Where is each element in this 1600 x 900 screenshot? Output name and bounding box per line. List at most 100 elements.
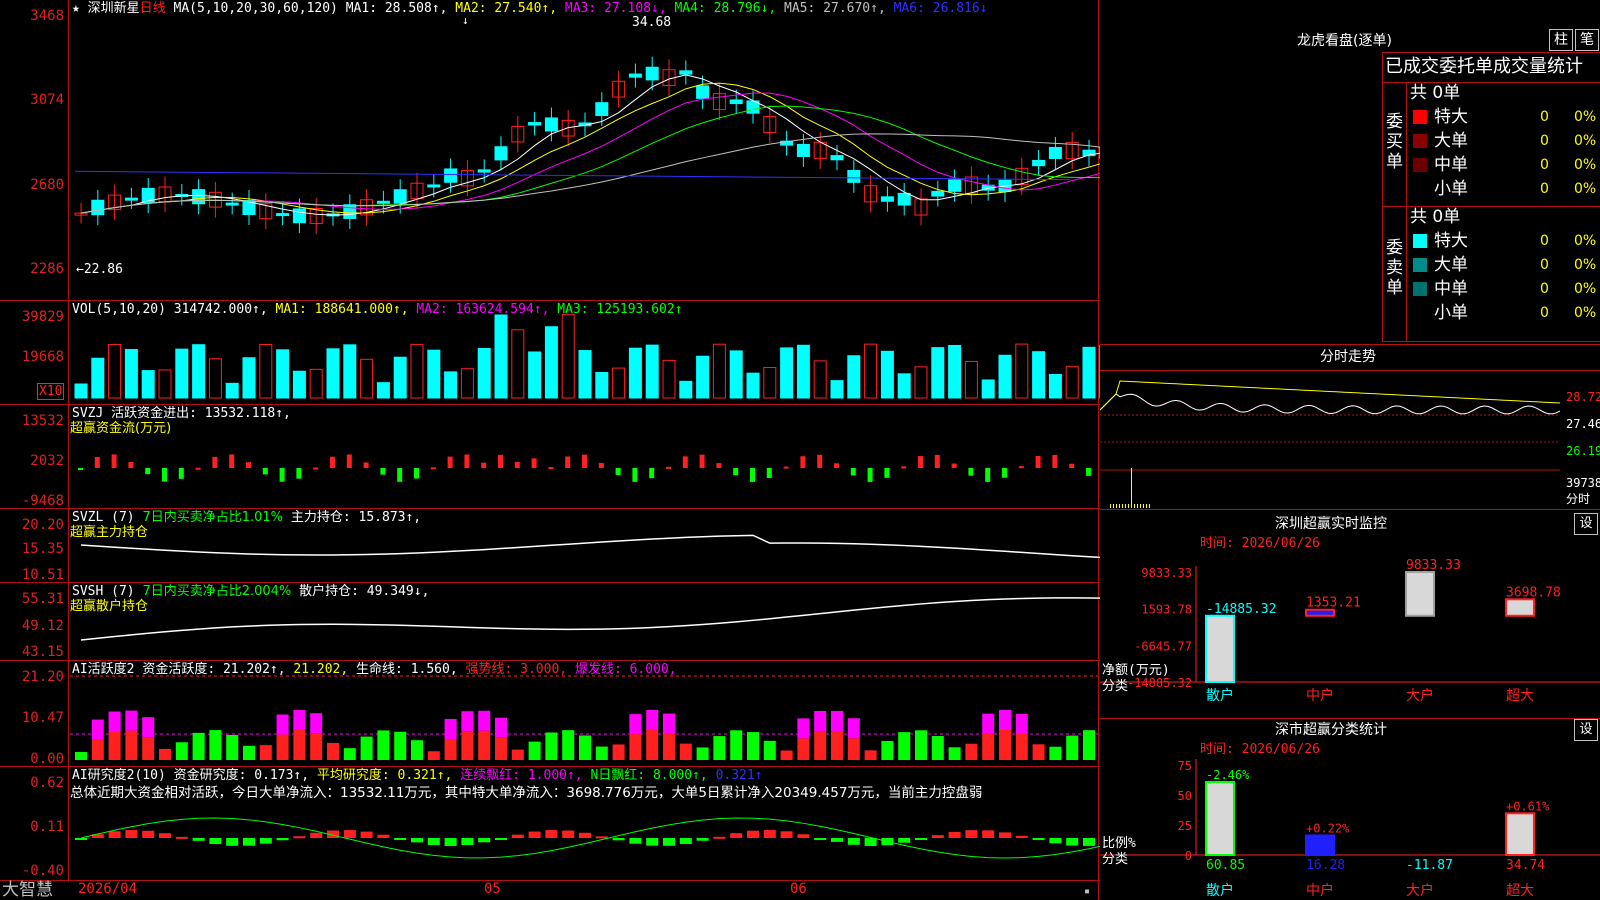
ai1-bar bbox=[847, 738, 860, 760]
ai1-bar bbox=[747, 732, 759, 760]
svzj-bar bbox=[430, 467, 436, 470]
volume-bar bbox=[1065, 365, 1079, 399]
volume-bar bbox=[74, 383, 88, 399]
ma-params: MA(5,10,20,30,60,120) bbox=[173, 1, 338, 16]
intraday-unit-label: 分时 bbox=[1566, 492, 1591, 506]
ai1-bar bbox=[226, 734, 239, 760]
svzj-bar bbox=[330, 456, 335, 468]
ai1-bar bbox=[276, 734, 289, 760]
svzj-bar bbox=[733, 468, 739, 476]
favorite-star-icon[interactable]: ★ bbox=[72, 1, 80, 16]
ai1-header: AI活跃度2 资金活跃度: 21.202↑, 21.202, 生命线: 1.56… bbox=[72, 662, 677, 677]
svzl-y-label: 15.35 bbox=[21, 541, 64, 557]
tab-count-button[interactable]: 笔 bbox=[1575, 29, 1599, 51]
ai1-burst-bar bbox=[310, 713, 323, 734]
brand-label: 大智慧 bbox=[2, 880, 53, 900]
volume-bar bbox=[1032, 351, 1046, 399]
svsh-main: 散户持仓: 49.349↓, bbox=[299, 584, 430, 599]
svzl-line bbox=[80, 534, 1100, 559]
ai2-bar bbox=[713, 836, 726, 839]
ai1-bar bbox=[713, 736, 726, 760]
volume-bar bbox=[1082, 346, 1096, 399]
svzl-params: SVZL (7) bbox=[72, 510, 135, 525]
ai2-bar bbox=[982, 830, 995, 838]
volume-bar bbox=[208, 358, 222, 399]
bar-value-label: -11.87 bbox=[1406, 858, 1453, 873]
order-pct: 0% bbox=[1574, 281, 1597, 297]
svzj-bar bbox=[867, 468, 873, 482]
volume-bar bbox=[477, 347, 491, 399]
ma2-value: MA2: 27.540↑, bbox=[455, 1, 558, 16]
svzj-bar bbox=[615, 468, 621, 476]
ai2-bar bbox=[915, 838, 927, 840]
volume-bar bbox=[494, 314, 508, 399]
order-size-label: 小单 bbox=[1434, 303, 1468, 323]
ai2-bar bbox=[1032, 838, 1045, 840]
ai1-bar bbox=[1015, 734, 1028, 760]
candle-body bbox=[376, 200, 390, 204]
ai1-bar bbox=[999, 730, 1011, 760]
kline-y-label: 2286 bbox=[30, 261, 64, 277]
candle-body bbox=[847, 169, 861, 183]
chart-area[interactable]: 3468 3074 2680 2286 ★ 深圳新星日线 MA(5,10,20,… bbox=[0, 0, 1100, 900]
vol-header: VOL(5,10,20) 314742.000↑, MA1: 188641.00… bbox=[72, 302, 683, 317]
ai1-life: 生命线: 1.560, bbox=[356, 662, 458, 677]
ai1-bar bbox=[931, 735, 944, 760]
order-count: 0 bbox=[1540, 133, 1549, 149]
ai2-bar bbox=[595, 836, 608, 839]
volume-bar bbox=[931, 347, 945, 399]
svzj-y-label: -9468 bbox=[21, 493, 64, 509]
volume-bar bbox=[948, 344, 962, 399]
order-count: 0 bbox=[1540, 257, 1549, 273]
volume-bar bbox=[914, 366, 928, 399]
order-color-swatch bbox=[1413, 282, 1427, 296]
volume-bar bbox=[376, 382, 390, 399]
ai1-bar bbox=[864, 750, 877, 760]
order-pct: 0% bbox=[1574, 257, 1597, 273]
volume-bar bbox=[360, 358, 374, 399]
order-count: 0 bbox=[1540, 233, 1549, 249]
volume-bar bbox=[225, 382, 239, 399]
volume-bar bbox=[544, 326, 558, 399]
ai2-bar bbox=[209, 838, 222, 845]
svzj-bar bbox=[128, 462, 134, 468]
category-label: 中户 bbox=[1306, 687, 1334, 704]
ai1-burst-bar bbox=[982, 713, 995, 734]
volume-bar bbox=[897, 373, 911, 399]
high-price-mark: 34.68 bbox=[632, 15, 672, 30]
tab-bar-button[interactable]: 柱 bbox=[1549, 29, 1573, 51]
svzj-bar bbox=[262, 468, 268, 475]
svzj-bar bbox=[447, 456, 453, 468]
period-label[interactable]: 日线 bbox=[140, 1, 166, 16]
ai1-burst-bar bbox=[797, 718, 810, 739]
ai2-bar bbox=[814, 838, 827, 840]
ai2-bar bbox=[1049, 838, 1062, 844]
intraday-vol-bar bbox=[1122, 504, 1123, 508]
candle-body bbox=[645, 66, 659, 81]
volume-bar bbox=[746, 372, 760, 399]
ai1-bar bbox=[394, 731, 407, 760]
intraday-vol-bar bbox=[1113, 504, 1114, 508]
monitor-settings-button[interactable]: 设 bbox=[1574, 513, 1598, 535]
svzl-y-label: 10.51 bbox=[21, 567, 64, 583]
svzj-bar bbox=[1002, 468, 1007, 478]
ai2-bar bbox=[75, 838, 87, 840]
ai1-burst-bar bbox=[91, 719, 104, 740]
candle-body bbox=[931, 190, 945, 197]
ai1-bar bbox=[612, 744, 625, 760]
ai1-burst-bar bbox=[125, 710, 138, 731]
volume-bar bbox=[528, 351, 542, 399]
kline-y-label: 3468 bbox=[30, 8, 64, 24]
classify-settings-button[interactable]: 设 bbox=[1574, 719, 1598, 741]
ai1-bar bbox=[327, 742, 339, 760]
svzj-bar bbox=[850, 468, 856, 476]
bar-value-label: 3698.78 bbox=[1506, 585, 1561, 600]
ai1-bar bbox=[192, 732, 205, 760]
order-count: 0 bbox=[1540, 281, 1549, 297]
ai1-bar bbox=[898, 732, 911, 760]
svzj-bar bbox=[78, 468, 83, 470]
ai1-title: AI活跃度2 bbox=[72, 662, 135, 677]
ai2-last: 0.321↑ bbox=[715, 768, 763, 783]
kline-y-label: 2680 bbox=[30, 177, 64, 193]
ai2-bar bbox=[612, 838, 625, 841]
